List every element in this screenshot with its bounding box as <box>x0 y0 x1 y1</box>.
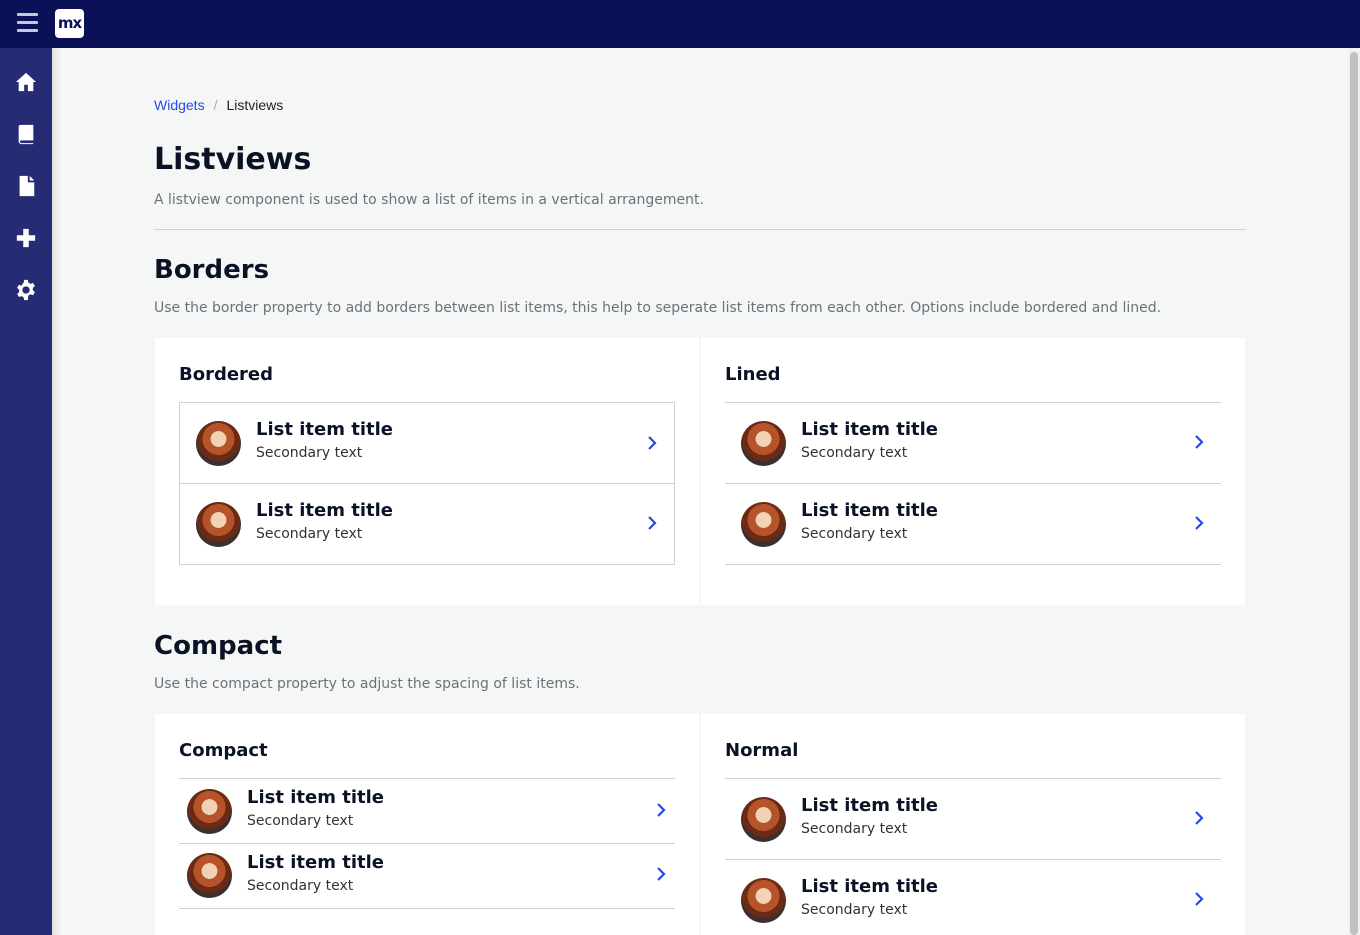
card-lined: Lined List item title Secondary text Lis… <box>701 338 1245 605</box>
avatar <box>187 853 232 898</box>
card-title-normal: Normal <box>725 740 799 761</box>
list-item-title: List item title <box>801 795 938 816</box>
hamburger-menu-icon[interactable] <box>17 13 38 33</box>
file-icon <box>19 175 35 197</box>
card-title-bordered: Bordered <box>179 364 274 385</box>
list-item[interactable]: List item title Secondary text <box>180 403 674 484</box>
listview-normal: List item title Secondary text List item… <box>725 778 1221 935</box>
chevron-right-icon <box>1193 810 1205 826</box>
sidebar-item-add[interactable] <box>0 218 52 258</box>
breadcrumb-current: Listviews <box>226 97 284 113</box>
list-item-secondary: Secondary text <box>247 813 354 829</box>
list-item-secondary: Secondary text <box>247 878 354 894</box>
list-item-title: List item title <box>256 500 393 521</box>
sidebar-shadow <box>52 48 62 935</box>
avatar <box>187 789 232 834</box>
list-item[interactable]: List item title Secondary text <box>180 484 674 564</box>
sidebar <box>0 48 52 935</box>
avatar <box>741 502 786 547</box>
list-item-secondary: Secondary text <box>801 821 908 837</box>
page-title: Listviews <box>154 142 312 177</box>
avatar <box>741 878 786 923</box>
list-item-secondary: Secondary text <box>801 445 908 461</box>
list-item[interactable]: List item title Secondary text <box>725 403 1221 484</box>
page-description: A listview component is used to show a l… <box>154 192 704 208</box>
listview-bordered: List item title Secondary text List item… <box>179 402 675 565</box>
chevron-right-icon <box>1193 515 1205 531</box>
chevron-right-icon <box>655 866 667 882</box>
section-title-borders: Borders <box>154 255 270 285</box>
list-item-secondary: Secondary text <box>801 902 908 918</box>
list-item[interactable]: List item title Secondary text <box>179 844 675 909</box>
list-item-title: List item title <box>801 876 938 897</box>
avatar <box>741 797 786 842</box>
list-item-title: List item title <box>247 787 384 808</box>
chevron-right-icon <box>1193 891 1205 907</box>
chevron-right-icon <box>1193 434 1205 450</box>
card-title-lined: Lined <box>725 364 781 385</box>
chevron-right-icon <box>646 515 658 531</box>
section-description-compact: Use the compact property to adjust the s… <box>154 676 580 692</box>
sidebar-item-home[interactable] <box>0 62 52 102</box>
card-title-compact: Compact <box>179 740 268 761</box>
section-title-compact: Compact <box>154 631 283 661</box>
list-item[interactable]: List item title Secondary text <box>179 779 675 844</box>
gear-icon <box>17 279 35 301</box>
list-item-secondary: Secondary text <box>256 526 363 542</box>
chevron-right-icon <box>655 802 667 818</box>
sidebar-item-book[interactable] <box>0 114 52 154</box>
list-item[interactable]: List item title Secondary text <box>725 779 1221 860</box>
divider <box>154 229 1246 230</box>
breadcrumb: Widgets / Listviews <box>154 97 283 113</box>
breadcrumb-separator: / <box>213 97 218 113</box>
sidebar-item-settings[interactable] <box>0 270 52 310</box>
chevron-right-icon <box>646 435 658 451</box>
scrollbar-thumb[interactable] <box>1350 52 1358 935</box>
section-description-borders: Use the border property to add borders b… <box>154 300 1162 316</box>
breadcrumb-widgets-link[interactable]: Widgets <box>154 97 205 113</box>
card-normal: Normal List item title Secondary text Li… <box>701 714 1245 935</box>
list-item[interactable]: List item title Secondary text <box>725 484 1221 565</box>
list-item-title: List item title <box>247 852 384 873</box>
listview-compact: List item title Secondary text List item… <box>179 778 675 909</box>
list-item-title: List item title <box>801 500 938 521</box>
scrollbar[interactable] <box>1348 48 1360 935</box>
list-item-secondary: Secondary text <box>801 526 908 542</box>
sidebar-item-file[interactable] <box>0 166 52 206</box>
card-compact: Compact List item title Secondary text L… <box>155 714 699 935</box>
plus-icon <box>16 228 36 248</box>
home-icon <box>15 72 37 92</box>
list-item-secondary: Secondary text <box>256 445 363 461</box>
avatar <box>196 502 241 547</box>
list-item[interactable]: List item title Secondary text <box>725 860 1221 935</box>
avatar <box>196 421 241 466</box>
listview-lined: List item title Secondary text List item… <box>725 402 1221 565</box>
avatar <box>741 421 786 466</box>
book-icon <box>18 124 34 145</box>
card-bordered: Bordered List item title Secondary text … <box>155 338 699 605</box>
list-item-title: List item title <box>801 419 938 440</box>
app-logo[interactable]: mx <box>55 9 84 38</box>
top-bar: mx <box>0 0 1360 48</box>
list-item-title: List item title <box>256 419 393 440</box>
